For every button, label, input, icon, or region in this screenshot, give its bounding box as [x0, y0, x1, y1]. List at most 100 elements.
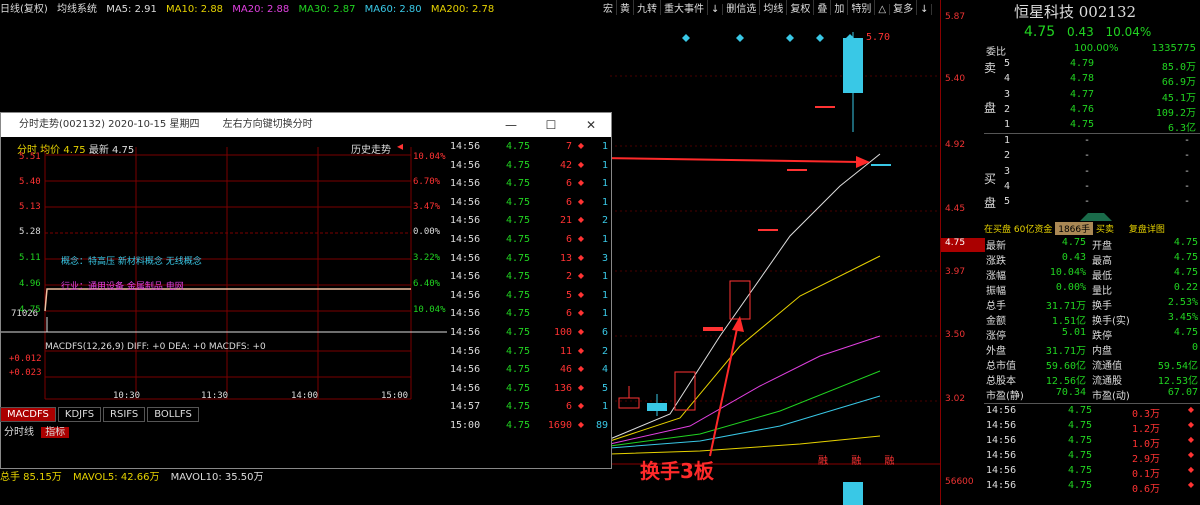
- stats-table: 最新 4.75 开盘 4.75 涨跌 0.43 最高 4.75 涨幅 10.04% 最低 4.75 振幅…: [984, 236, 1200, 403]
- sell-level[interactable]: 5 4.79 85.0万: [984, 57, 1200, 74]
- stat-value: 4.75: [1173, 267, 1198, 279]
- buy-level[interactable]: 4 - -: [984, 180, 1200, 195]
- status-5[interactable]: 复盘详图: [1129, 225, 1165, 235]
- stock-change: 0.43: [1067, 25, 1094, 39]
- level-num: 2: [1004, 150, 1011, 162]
- tab-macdfs[interactable]: MACDFS: [0, 407, 56, 422]
- candle: [871, 164, 891, 166]
- toolbar-btn-6[interactable]: 均线: [760, 0, 788, 15]
- toolbar-btn-1[interactable]: 黄: [617, 0, 634, 15]
- sell-level[interactable]: 4 4.78 66.9万: [984, 72, 1200, 89]
- up-arrow-icon: ◆: [577, 345, 584, 355]
- tick-count: 4: [601, 364, 608, 376]
- stat-row: 市盈(静) 70.34 市盈(动) 67.07: [984, 386, 1200, 403]
- candle: [703, 327, 723, 331]
- status-4[interactable]: 买卖: [1096, 225, 1114, 235]
- stat-value: 10.04%: [1049, 267, 1086, 279]
- toolbar-btn-4[interactable]: ↓: [708, 4, 724, 15]
- buy-level[interactable]: 3 - -: [984, 165, 1200, 180]
- buy-level[interactable]: 1 - -: [984, 134, 1200, 149]
- buy-level[interactable]: 5 - -: [984, 195, 1200, 210]
- candle: [729, 280, 751, 320]
- trade-volume: 2.9万: [1132, 454, 1161, 466]
- popup-hint: 左右方向键切换分时: [222, 119, 313, 130]
- trade-price: 4.75: [1068, 450, 1093, 462]
- trade-row: 14:56 4.75 1.2万 ◆: [984, 419, 1200, 435]
- maximize-icon[interactable]: ☐: [531, 113, 571, 137]
- toolbar-btn-13[interactable]: ↓: [917, 4, 933, 15]
- stat-key: 换手(实): [1092, 316, 1130, 328]
- level-num: 5: [1004, 58, 1011, 70]
- stat-key: 涨幅: [986, 271, 1006, 283]
- toolbar-btn-9[interactable]: 加: [831, 0, 849, 15]
- ma20-label: MA20: 2.88: [232, 4, 290, 15]
- up-arrow-icon: ◆: [1187, 435, 1194, 445]
- intraday-pct-tick: 3.22%: [413, 253, 441, 263]
- toolbar-btn-5[interactable]: 删信选: [723, 0, 761, 15]
- intraday-pct-tick: 10.04%: [413, 152, 446, 162]
- trade-volume: 0.1万: [1132, 469, 1161, 481]
- tab-bollfs[interactable]: BOLLFS: [147, 407, 199, 422]
- tick-count: 6: [601, 326, 608, 338]
- tick-time: 14:56: [450, 215, 481, 227]
- stat-key: 最低: [1092, 271, 1112, 283]
- stat-row: 涨幅 10.04% 最低 4.75: [984, 266, 1200, 283]
- tick-count: 3: [601, 252, 608, 264]
- up-arrow-icon: ◆: [577, 326, 584, 336]
- trade-list: 14:56 4.75 0.3万 ◆ 14:56 4.75 1.2万 ◆ 14:56 4.75 1.0…: [984, 404, 1200, 495]
- stat-key: 内盘: [1092, 346, 1112, 358]
- intraday-chart[interactable]: [1, 137, 447, 407]
- toolbar-btn-3[interactable]: 重大事件: [661, 0, 708, 15]
- level-price: 4.78: [1070, 73, 1095, 85]
- toolbar-btn-2[interactable]: 九转: [634, 0, 661, 15]
- stat-row: 最新 4.75 开盘 4.75: [984, 236, 1200, 252]
- tick-volume: 1690: [547, 419, 572, 431]
- stat-key: 市盈(静): [986, 391, 1024, 403]
- arrow-icon[interactable]: ◂: [397, 139, 403, 153]
- level-price: 4.79: [1070, 58, 1095, 70]
- ma5-line: [609, 153, 881, 440]
- up-arrow-icon: ◆: [577, 289, 584, 299]
- intraday-last-label: 最新: [88, 145, 109, 156]
- tab-kdjfs[interactable]: KDJFS: [57, 407, 102, 422]
- tab-fenshi[interactable]: 分时线: [0, 427, 38, 438]
- toolbar-btn-10[interactable]: 特别: [848, 0, 876, 15]
- toolbar-btn-12[interactable]: 复多: [890, 0, 918, 15]
- level-volume: 66.9万: [1161, 77, 1196, 89]
- toolbar-btn-11[interactable]: △: [875, 4, 891, 15]
- intraday-ytick: 5.51: [19, 152, 41, 162]
- close-icon[interactable]: ✕: [571, 113, 611, 137]
- intraday-pct-tick: 3.47%: [413, 202, 441, 212]
- buy-level[interactable]: 2 - -: [984, 149, 1200, 164]
- sell-level[interactable]: 2 4.76 109.2万: [984, 103, 1200, 119]
- level-volume: 85.0万: [1161, 62, 1196, 74]
- popup-titlebar[interactable]: 分时走势(002132) 2020-10-15 星期四 左右方向键切换分时 — …: [1, 113, 611, 137]
- up-arrow-icon: ◆: [1187, 420, 1194, 430]
- toolbar-btn-8[interactable]: 叠: [814, 0, 832, 15]
- stock-price: 4.75: [1024, 24, 1056, 40]
- sell-level[interactable]: 3 4.77 45.1万: [984, 88, 1200, 104]
- minimize-icon[interactable]: —: [491, 113, 531, 137]
- volume-tick: 56600: [945, 477, 974, 487]
- tab-rsifs[interactable]: RSIFS: [103, 407, 146, 422]
- tick-price: 4.75: [506, 345, 531, 357]
- price-tick: 3.97: [945, 267, 966, 277]
- price-tick: 4.45: [945, 204, 966, 214]
- toolbar-btn-7[interactable]: 复权: [787, 0, 815, 15]
- intraday-pct-tick: 6.40%: [413, 279, 441, 289]
- sell-level[interactable]: 1 4.75 6.3亿: [984, 118, 1200, 134]
- up-arrow-icon: ◆: [577, 419, 584, 429]
- toolbar-btn-0[interactable]: 宏: [600, 0, 617, 15]
- tick-time: 14:56: [450, 196, 481, 208]
- time-tick: 11:30: [201, 391, 229, 401]
- level-num: 3: [1004, 165, 1011, 177]
- tick-count: 5: [601, 382, 608, 394]
- tick-price: 4.75: [506, 419, 531, 431]
- tab-zhibiao[interactable]: 指标: [41, 427, 70, 438]
- sell-label-2: 盘: [984, 101, 997, 115]
- intraday-price-line: [44, 288, 411, 312]
- history-button[interactable]: 历史走势: [351, 141, 391, 156]
- tick-price: 4.75: [506, 252, 531, 264]
- tick-row: 14:56 4.75 100 ◆ 6: [446, 324, 610, 343]
- volume-bar: [843, 482, 863, 505]
